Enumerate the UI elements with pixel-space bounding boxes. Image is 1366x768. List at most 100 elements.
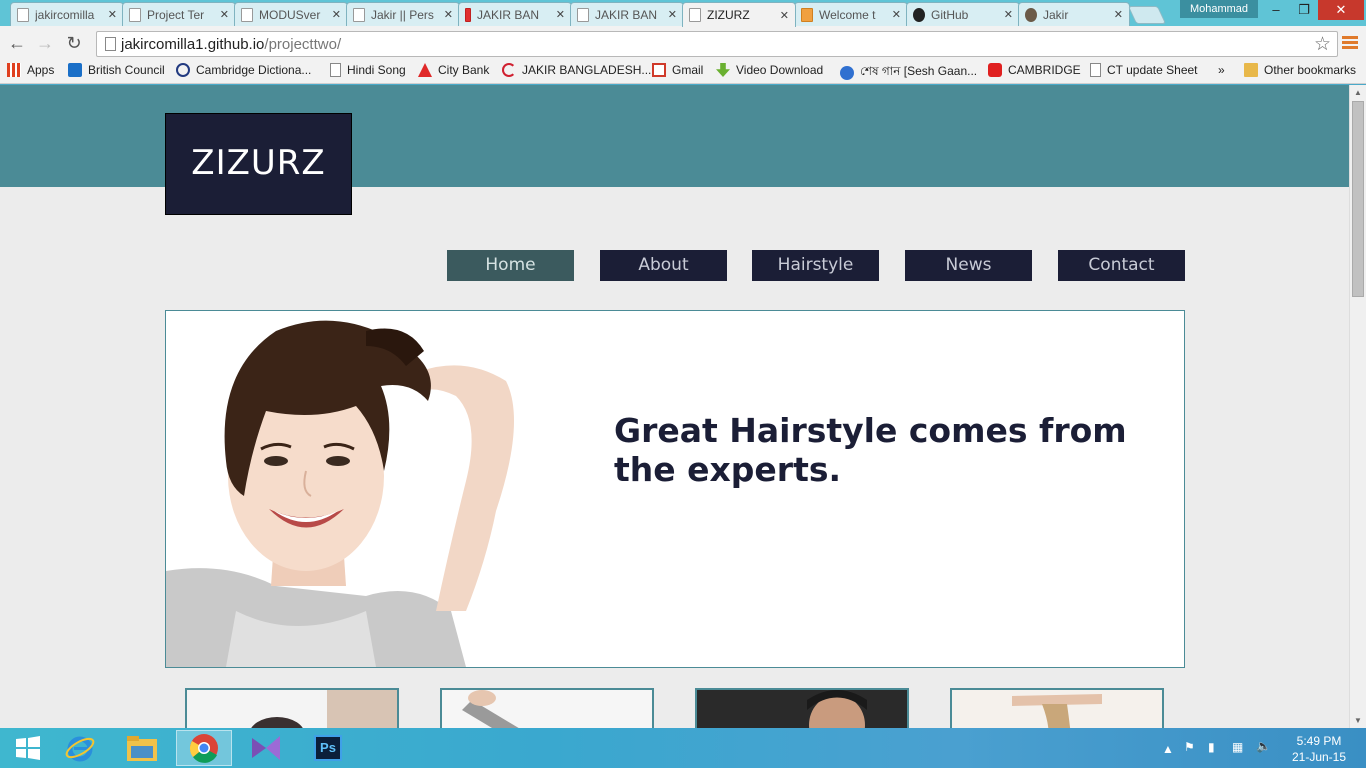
address-bar[interactable]: jakircomilla1.github.io/projecttwo/ ☆	[96, 31, 1338, 57]
browser-tab[interactable]: JAKIR BAN ✕	[570, 2, 684, 26]
bookmark-cambridge-dictionary[interactable]: Cambridge Dictiona...	[176, 63, 311, 77]
page-icon	[577, 7, 589, 22]
jakir-icon	[502, 63, 516, 77]
system-clock[interactable]: 5:49 PM 21-Jun-15	[1284, 733, 1354, 765]
browser-tab[interactable]: Jakir ✕	[1018, 2, 1130, 26]
hero-heading: Great Hairstyle comes from the experts.	[614, 411, 1127, 489]
thumbnail-long-hair[interactable]	[950, 688, 1164, 728]
bookmark-hindi-song[interactable]: Hindi Song	[330, 63, 406, 77]
scroll-down-icon[interactable]: ▼	[1354, 716, 1362, 725]
bookmark-cambridge[interactable]: CAMBRIDGE	[988, 63, 1081, 77]
nav-news[interactable]: News	[905, 250, 1032, 281]
chrome-menu-icon[interactable]	[1342, 36, 1358, 50]
thumbnail-clipper[interactable]	[440, 688, 654, 728]
close-window-icon[interactable]: ✕	[1318, 0, 1364, 20]
reload-icon[interactable]: ↻	[63, 32, 85, 54]
volume-icon[interactable]: 🔈	[1256, 739, 1271, 753]
nav-contact[interactable]: Contact	[1058, 250, 1185, 281]
scroll-up-icon[interactable]: ▲	[1354, 88, 1362, 97]
tab-close-icon[interactable]: ✕	[780, 9, 789, 22]
bookmark-apps[interactable]: Apps	[7, 63, 54, 77]
minimize-icon[interactable]: ‒	[1262, 0, 1290, 20]
chrome-taskbar-button[interactable]	[176, 730, 232, 766]
page-icon	[353, 7, 365, 22]
bookmark-label: শেষ গান [Sesh Gaan...	[860, 64, 978, 78]
start-button[interactable]	[0, 730, 56, 766]
tab-title: GitHub	[931, 7, 969, 22]
british-council-icon	[68, 63, 82, 77]
forward-icon[interactable]: →	[34, 32, 56, 54]
thumbnail-haircut[interactable]	[185, 688, 399, 728]
bookmark-ct-update-sheet[interactable]: CT update Sheet	[1090, 63, 1198, 77]
tab-title: JAKIR BAN	[595, 7, 658, 22]
tab-title: Jakir || Pers	[371, 7, 434, 22]
browser-tab[interactable]: Welcome t ✕	[794, 2, 908, 26]
internet-explorer-icon	[65, 736, 95, 762]
tab-close-icon[interactable]: ✕	[108, 8, 117, 21]
tab-title: JAKIR BAN	[477, 7, 540, 22]
page-icon	[241, 7, 253, 22]
file-explorer-icon[interactable]	[114, 730, 170, 766]
tab-title: jakircomilla	[35, 7, 95, 22]
back-icon[interactable]: ←	[6, 32, 28, 54]
bookmark-gmail[interactable]: Gmail	[652, 63, 703, 77]
browser-tab[interactable]: MODUSver ✕	[234, 2, 348, 26]
restore-icon[interactable]: ❐	[1290, 0, 1318, 20]
tab-close-icon[interactable]: ✕	[556, 8, 565, 21]
power-icon[interactable]: ▮	[1208, 740, 1215, 754]
ie-icon[interactable]	[52, 730, 108, 766]
site-logo[interactable]: ZIZURZ	[165, 113, 352, 215]
tab-close-icon[interactable]: ✕	[220, 8, 229, 21]
tab-close-icon[interactable]: ✕	[668, 8, 677, 21]
tab-close-icon[interactable]: ✕	[444, 8, 453, 21]
hero-banner: Great Hairstyle comes from the experts.	[165, 310, 1185, 668]
new-tab-button[interactable]	[1127, 6, 1167, 24]
bookmark-city-bank[interactable]: City Bank	[418, 63, 489, 77]
photoshop-button[interactable]: Ps	[300, 730, 356, 766]
windows-taskbar: Ps ▲ ⚑ ▮ ▦ 🔈 5:49 PM 21-Jun-15	[0, 728, 1366, 768]
network-icon[interactable]: ▦	[1232, 740, 1243, 754]
bookmark-british-council[interactable]: British Council	[68, 63, 165, 77]
browser-tab[interactable]: JAKIR BAN ✕	[458, 2, 572, 26]
scroll-thumb[interactable]	[1352, 101, 1364, 297]
clock-date: 21-Jun-15	[1291, 750, 1347, 764]
bookmark-sesh-gaan[interactable]: শেষ গান [Sesh Gaan...	[840, 63, 977, 83]
gmail-icon	[652, 63, 666, 77]
visual-studio-button[interactable]	[238, 730, 294, 766]
url-text[interactable]: jakircomilla1.github.io/projecttwo/	[121, 36, 341, 53]
page-scrollbar[interactable]: ▲ ▼	[1349, 85, 1366, 728]
photoshop-icon: Ps	[314, 735, 342, 761]
tab-close-icon[interactable]: ✕	[892, 8, 901, 21]
tab-close-icon[interactable]: ✕	[1114, 8, 1123, 21]
browser-tab[interactable]: GitHub ✕	[906, 2, 1020, 26]
action-center-icon[interactable]: ⚑	[1184, 740, 1195, 754]
browser-tab[interactable]: jakircomilla ✕	[10, 2, 124, 26]
welcome-icon	[801, 7, 813, 22]
page-icon	[689, 8, 701, 22]
bookmarks-overflow-button[interactable]: »	[1218, 63, 1225, 77]
show-hidden-icons[interactable]: ▲	[1162, 742, 1174, 756]
tab-close-icon[interactable]: ✕	[1004, 8, 1013, 21]
tab-title: ZIZURZ	[707, 8, 750, 22]
browser-tab[interactable]: Jakir || Pers ✕	[346, 2, 460, 26]
bookmark-jakir-bangladesh[interactable]: JAKIR BANGLADESH...	[502, 63, 651, 77]
nav-home[interactable]: Home	[447, 250, 574, 281]
page-icon	[105, 37, 116, 51]
bookmark-video-download[interactable]: Video Download	[716, 63, 823, 77]
tab-close-icon[interactable]: ✕	[332, 8, 341, 21]
thumbnail-man[interactable]	[695, 688, 909, 728]
browser-titlebar: jakircomilla ✕ Project Ter ✕ MODUSver ✕ …	[0, 0, 1366, 27]
url-path: /projecttwo/	[264, 36, 342, 53]
bookmark-star-icon[interactable]: ☆	[1314, 33, 1331, 56]
profile-button[interactable]: Mohammad	[1180, 0, 1258, 18]
nav-about[interactable]: About	[600, 250, 727, 281]
page-icon	[1090, 63, 1101, 77]
url-host: jakircomilla1.github.io	[121, 36, 265, 53]
nav-hairstyle[interactable]: Hairstyle	[752, 250, 879, 281]
other-bookmarks[interactable]: Other bookmarks	[1244, 63, 1356, 77]
bookmarks-bar: Apps British Council Cambridge Dictiona.…	[0, 60, 1366, 84]
browser-tab[interactable]: Project Ter ✕	[122, 2, 236, 26]
youtube-icon	[988, 63, 1002, 77]
page-icon	[129, 7, 141, 22]
browser-tab-active[interactable]: ZIZURZ ✕	[682, 2, 796, 27]
